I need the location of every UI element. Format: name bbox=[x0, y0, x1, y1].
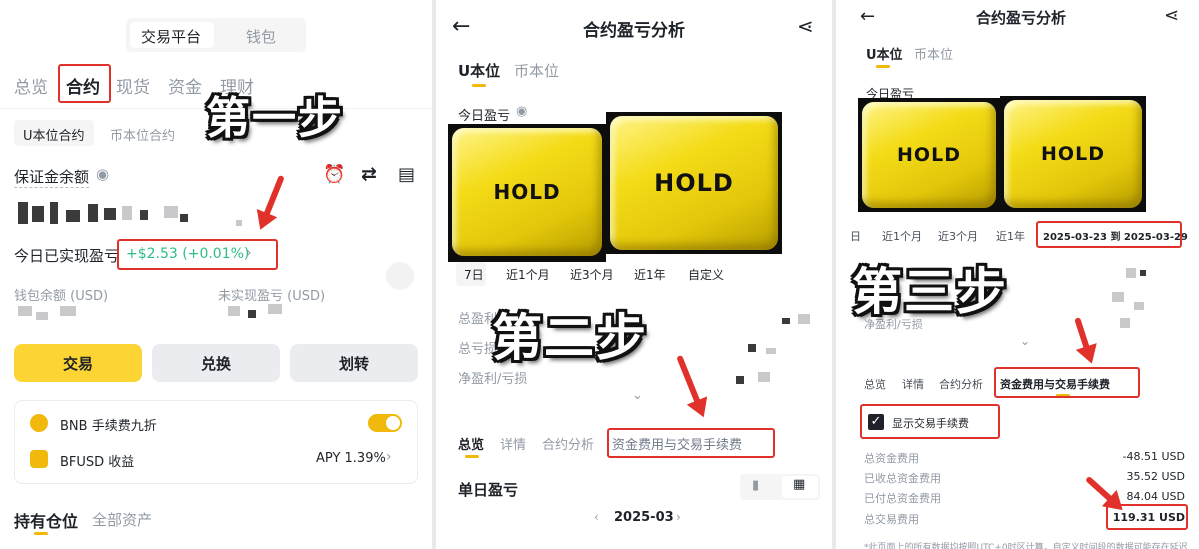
tab-usdm[interactable]: U本位 bbox=[866, 44, 903, 63]
range-3m[interactable]: 近3个月 bbox=[938, 228, 978, 244]
range-1y[interactable]: 近1年 bbox=[634, 266, 666, 283]
page-title: 合约盈亏分析 bbox=[976, 9, 1067, 27]
today-realized-label: 今日已实现盈亏 bbox=[14, 247, 120, 265]
bottom-tab-overview[interactable]: 总览 bbox=[864, 376, 886, 392]
tab-overview[interactable]: 总览 bbox=[14, 73, 48, 98]
range-1y[interactable]: 近1年 bbox=[996, 228, 1025, 244]
trade-button[interactable]: 交易 bbox=[14, 344, 142, 382]
back-arrow-icon[interactable]: ← bbox=[452, 14, 470, 39]
subtab-coinm[interactable]: 币本位合约 bbox=[110, 125, 175, 144]
range-7d[interactable]: 7日 bbox=[464, 266, 484, 283]
eye-icon[interactable]: ◉ bbox=[516, 104, 527, 119]
fee-row-label: 已付总资金费用 bbox=[864, 492, 941, 505]
history-icon[interactable]: ▤ bbox=[398, 164, 415, 185]
range-1m[interactable]: 近1个月 bbox=[506, 266, 550, 283]
today-pnl-label: 今日盈亏 bbox=[458, 109, 511, 124]
fee-row-label: 已收总资金费用 bbox=[864, 472, 941, 485]
next-month-icon[interactable]: › bbox=[676, 510, 681, 524]
masked-balance bbox=[14, 200, 244, 226]
tab-coinm[interactable]: 币本位 bbox=[914, 44, 953, 63]
panel-step-three: ← 合约盈亏分析 ⋖ U本位 币本位 今日盈亏 HOLD HOLD 日 近1个月… bbox=[836, 0, 1199, 549]
highlight-funding-fees-tab bbox=[607, 428, 775, 458]
footnote: *此页面上的所有数据均按照UTC+0时区计算，自定义时间段的数据可能存在延迟 bbox=[864, 543, 1188, 549]
margin-balance-label: 保证金余额 bbox=[14, 168, 90, 188]
hold-key-2: HOLD bbox=[610, 116, 778, 250]
range-custom[interactable]: 自定义 bbox=[688, 266, 724, 283]
hold-key-2: HOLD bbox=[1004, 100, 1142, 208]
subtab-usdm[interactable]: U本位合约 bbox=[23, 125, 85, 144]
fee-row-value: -48.51 USD bbox=[1122, 450, 1185, 463]
red-arrow-four bbox=[1084, 475, 1115, 503]
tab-coinm[interactable]: 币本位 bbox=[514, 60, 559, 81]
step-two-overlay: 第二步 bbox=[492, 309, 648, 367]
promo-card bbox=[14, 400, 418, 484]
red-arrow-one bbox=[262, 174, 285, 218]
page-title: 合约盈亏分析 bbox=[583, 21, 685, 41]
back-arrow-icon[interactable]: ← bbox=[860, 6, 875, 27]
highlight-futures-tab bbox=[58, 64, 111, 103]
swap-icon[interactable]: ⇄ bbox=[361, 163, 377, 185]
red-arrow-three bbox=[1074, 317, 1091, 352]
month-label: 2025-03 bbox=[614, 510, 674, 525]
highlight-funding-fees-tab bbox=[994, 367, 1140, 398]
fee-row-label: 总交易费用 bbox=[864, 513, 919, 526]
avatar bbox=[386, 262, 414, 290]
highlight-today-pnl bbox=[117, 239, 278, 270]
bfusd-apy[interactable]: APY 1.39% bbox=[316, 451, 386, 466]
bottom-tab-contract-analysis[interactable]: 合约分析 bbox=[542, 434, 594, 453]
calendar-icon[interactable]: ⏰ bbox=[323, 164, 345, 185]
bnb-icon bbox=[30, 414, 48, 432]
transfer-button[interactable]: 划转 bbox=[290, 344, 418, 382]
panel-step-two: ← 合约盈亏分析 ⋖ U本位 币本位 今日盈亏 ◉ HOLD HOLD 7日 近… bbox=[436, 0, 832, 549]
fee-row-value: 84.04 USD bbox=[1126, 490, 1186, 503]
share-icon[interactable]: ⋖ bbox=[797, 14, 814, 38]
hold-key-1: HOLD bbox=[452, 128, 602, 256]
bottom-tab-overview[interactable]: 总览 bbox=[458, 434, 484, 453]
holdings-tab[interactable]: 持有仓位 bbox=[14, 508, 78, 532]
tab-funding[interactable]: 资金 bbox=[168, 73, 202, 98]
bottom-tab-details[interactable]: 详情 bbox=[902, 376, 924, 392]
segment-wallet[interactable]: 钱包 bbox=[246, 26, 276, 47]
eye-icon[interactable]: ◉ bbox=[96, 165, 109, 183]
bottom-tab-details[interactable]: 详情 bbox=[500, 434, 526, 453]
segment-trade-label: 交易平台 bbox=[141, 28, 202, 46]
bar-chart-icon[interactable]: ▮ bbox=[752, 478, 759, 493]
prev-month-icon[interactable]: ‹ bbox=[594, 510, 599, 524]
daily-pnl-label: 单日盈亏 bbox=[458, 481, 519, 499]
fee-row-value: 35.52 USD bbox=[1126, 470, 1186, 483]
chevron-down-icon[interactable]: ⌄ bbox=[1020, 334, 1030, 348]
calendar-icon[interactable]: ▦ bbox=[793, 477, 805, 492]
all-assets-tab[interactable]: 全部资产 bbox=[92, 509, 152, 530]
wallet-balance-label: 钱包余额 (USD) bbox=[14, 289, 109, 304]
tab-spot[interactable]: 现货 bbox=[116, 73, 150, 98]
highlight-date-range bbox=[1036, 221, 1182, 248]
hold-key-1: HOLD bbox=[862, 102, 996, 208]
convert-button[interactable]: 兑换 bbox=[152, 344, 280, 382]
bnb-discount-label: BNB 手续费九折 bbox=[60, 419, 157, 434]
range-1m[interactable]: 近1个月 bbox=[882, 228, 922, 244]
step-one-overlay: 第一步 bbox=[206, 93, 344, 144]
tab-usdm[interactable]: U本位 bbox=[458, 60, 500, 81]
red-arrow-two bbox=[676, 354, 702, 406]
highlight-show-fee bbox=[860, 404, 1000, 439]
bfusd-icon bbox=[30, 450, 48, 468]
chevron-down-icon[interactable]: ⌄ bbox=[632, 388, 643, 403]
bottom-tab-contract-analysis[interactable]: 合约分析 bbox=[939, 376, 983, 392]
net-pnl-label: 净盈利/亏损 bbox=[458, 372, 528, 387]
fee-row-label: 总资金费用 bbox=[864, 452, 919, 465]
panel-step-one: 交易平台 钱包 总览 合约 现货 资金 理财 U本位合约 币本位合约 保证金余额… bbox=[0, 0, 432, 549]
step-three-overlay: 第三步 bbox=[852, 263, 1008, 321]
bfusd-label: BFUSD 收益 bbox=[60, 455, 135, 470]
unrealized-label: 未实现盈亏 (USD) bbox=[218, 289, 326, 304]
range-day[interactable]: 日 bbox=[850, 228, 861, 244]
chevron-right-icon: › bbox=[386, 449, 392, 465]
bnb-toggle[interactable] bbox=[368, 414, 402, 432]
share-icon[interactable]: ⋖ bbox=[1164, 5, 1179, 26]
range-3m[interactable]: 近3个月 bbox=[570, 266, 614, 283]
